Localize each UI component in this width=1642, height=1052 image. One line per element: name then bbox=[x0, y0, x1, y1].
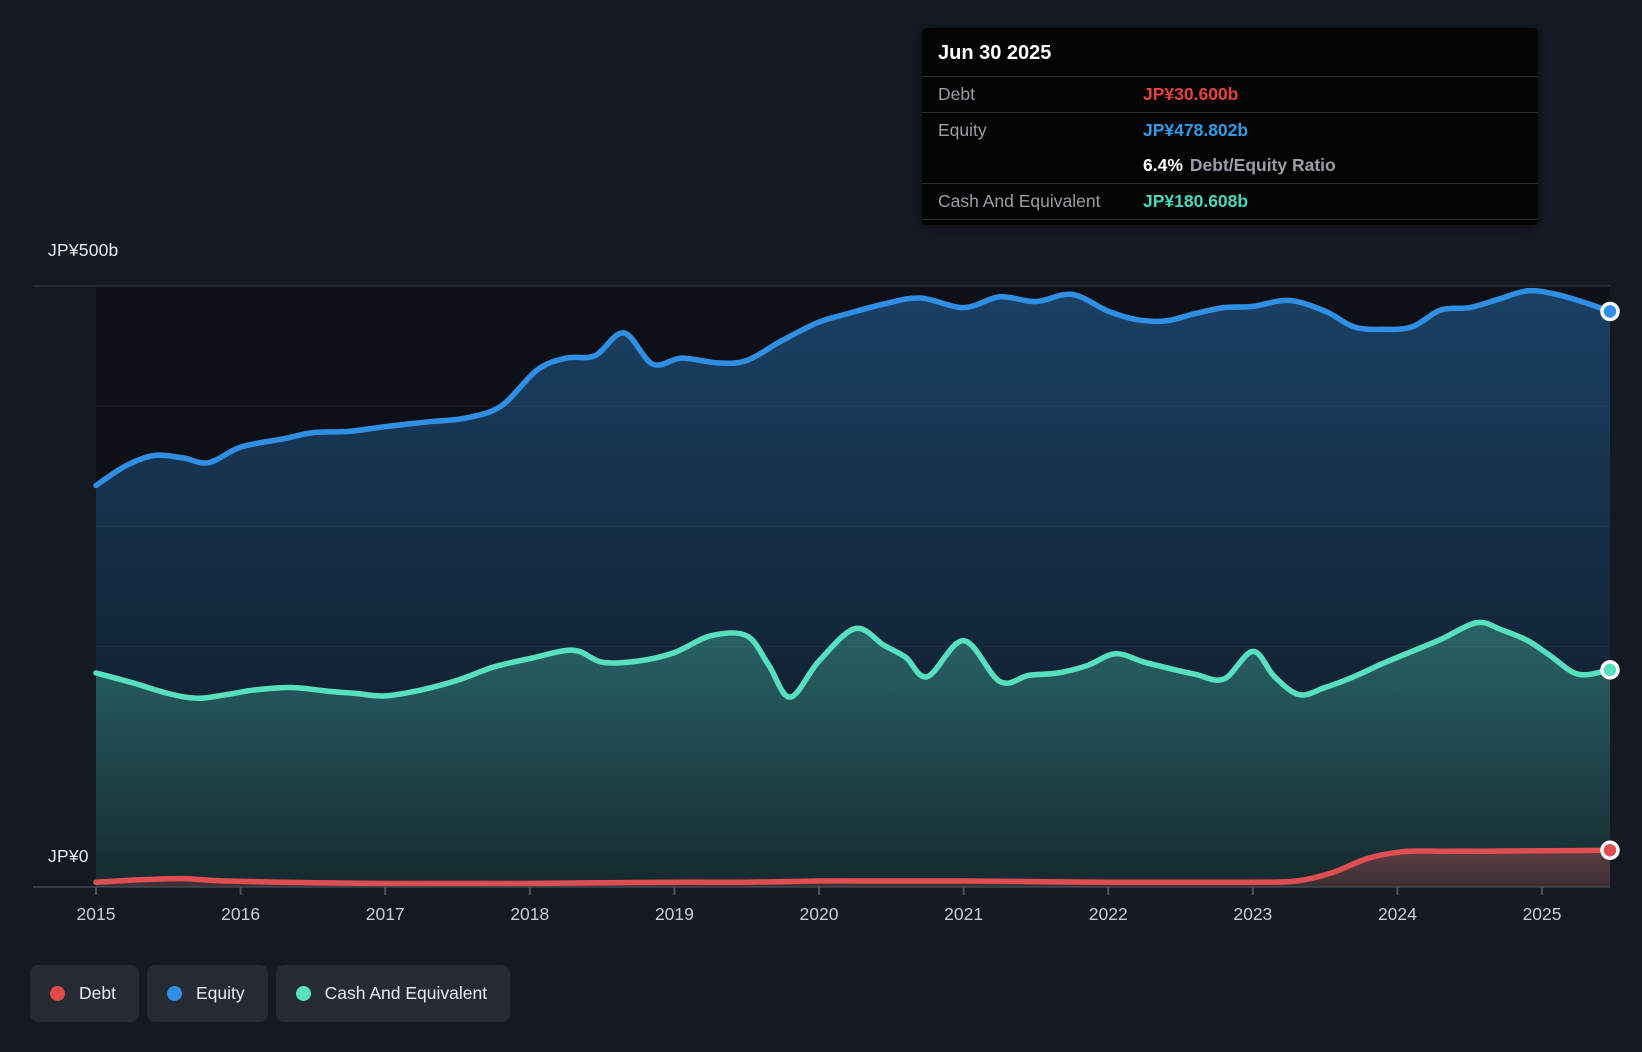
x-axis-label-2024: 2024 bbox=[1377, 904, 1417, 924]
x-axis-label-2022: 2022 bbox=[1088, 904, 1128, 924]
x-axis-label-2023: 2023 bbox=[1233, 904, 1273, 924]
chart-legend: Debt Equity Cash And Equivalent bbox=[30, 965, 511, 1022]
x-axis-label-2016: 2016 bbox=[221, 904, 261, 924]
tooltip-debt-value: JP¥30.600b bbox=[1143, 84, 1239, 104]
legend-debt-label: Debt bbox=[79, 983, 116, 1003]
legend-equity-label: Equity bbox=[195, 983, 245, 1003]
debt-equity-history-screen: JP¥500b JP¥0 2015 2016 2017 2018 2019 2020 202… bbox=[0, 0, 1642, 1052]
x-axis-label-2021: 2021 bbox=[944, 904, 984, 924]
tooltip-row-cash: Cash And Equivalent JP¥180.608b bbox=[922, 183, 1538, 220]
x-axis-label-2017: 2017 bbox=[365, 904, 405, 924]
legend-item-equity[interactable]: Equity bbox=[146, 965, 268, 1022]
x-axis-label-2025: 2025 bbox=[1522, 904, 1562, 924]
tooltip-cash-label: Cash And Equivalent bbox=[938, 191, 1101, 211]
tooltip-equity-label: Equity bbox=[938, 120, 987, 140]
tooltip-equity-value: JP¥478.802b bbox=[1143, 120, 1249, 140]
tooltip-cash-value: JP¥180.608b bbox=[1143, 191, 1249, 211]
tooltip-row-equity: Equity JP¥478.802b bbox=[922, 112, 1538, 148]
debt-end-marker[interactable] bbox=[1600, 840, 1620, 860]
tooltip-date: Jun 30 2025 bbox=[938, 42, 1052, 64]
x-axis-label-2018: 2018 bbox=[510, 904, 550, 924]
tooltip-row-ratio: 6.4% Debt/Equity Ratio bbox=[922, 148, 1538, 183]
x-axis-label-2020: 2020 bbox=[799, 904, 839, 924]
cash-and-equivalent-end-marker[interactable] bbox=[1600, 660, 1620, 680]
chart-tooltip: Jun 30 2025 Debt JP¥30.600b Equity JP¥47… bbox=[922, 28, 1538, 225]
y-axis-label-0: JP¥0 bbox=[48, 846, 89, 866]
legend-cash-label: Cash And Equivalent bbox=[324, 983, 488, 1003]
cash-dot-icon bbox=[295, 986, 311, 1001]
x-axis-label-2019: 2019 bbox=[654, 904, 694, 924]
y-axis-label-500b: JP¥500b bbox=[48, 240, 119, 260]
equity-end-marker[interactable] bbox=[1600, 301, 1620, 322]
tooltip-debt-label: Debt bbox=[938, 84, 975, 104]
tooltip-ratio-value: 6.4% bbox=[1143, 155, 1183, 175]
tooltip-row-debt: Debt JP¥30.600b bbox=[922, 76, 1538, 112]
debt-dot-icon bbox=[50, 986, 65, 1001]
equity-dot-icon bbox=[166, 986, 182, 1001]
tooltip-ratio-suffix: Debt/Equity Ratio bbox=[1189, 155, 1336, 175]
x-axis-label-2015: 2015 bbox=[76, 904, 116, 924]
legend-item-debt[interactable]: Debt bbox=[30, 965, 139, 1022]
legend-item-cash[interactable]: Cash And Equivalent bbox=[275, 965, 511, 1022]
